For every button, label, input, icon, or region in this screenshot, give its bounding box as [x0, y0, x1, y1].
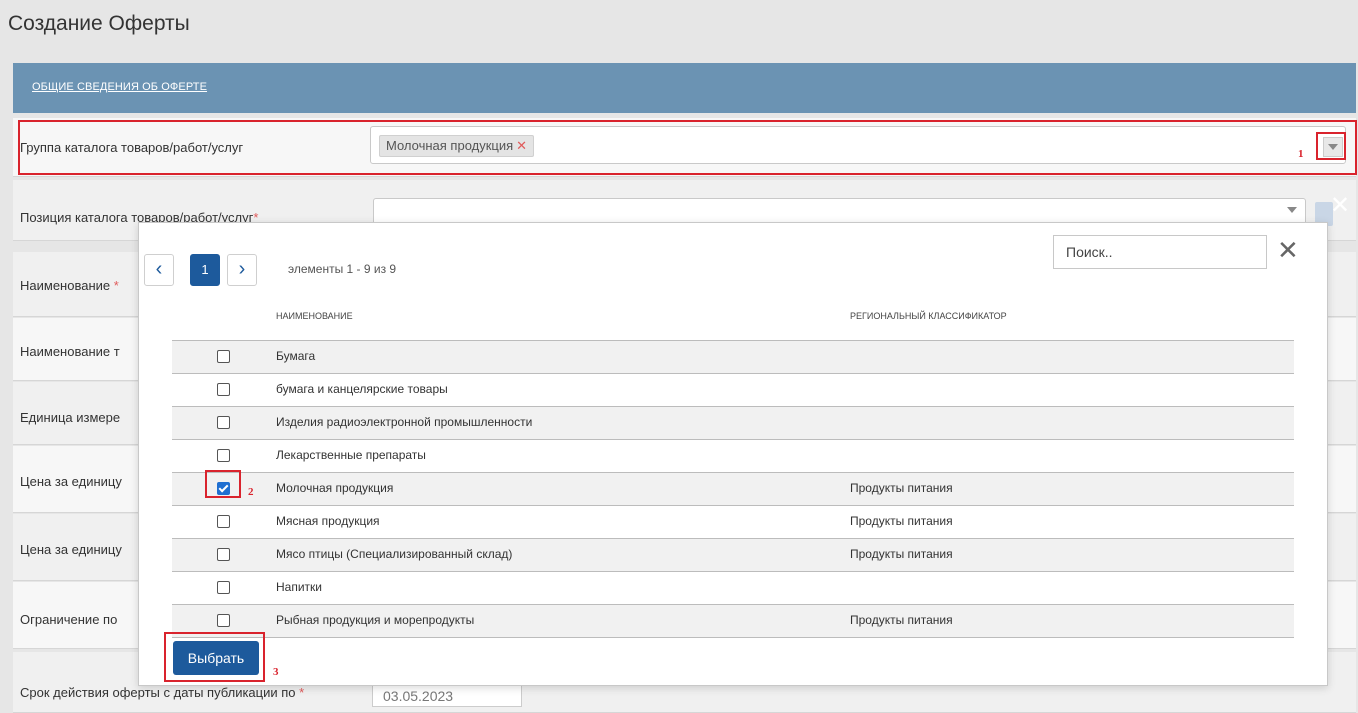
- row-checkbox[interactable]: [217, 416, 230, 429]
- search-input[interactable]: [1053, 235, 1267, 269]
- price-2-label: Цена за единицу: [20, 542, 122, 557]
- table-row[interactable]: Мясо птицы (Специализированный склад) Пр…: [172, 539, 1294, 572]
- row-region: Продукты питания: [850, 481, 953, 495]
- unit-label: Единица измере: [20, 410, 121, 425]
- name-label: Наименование *: [20, 278, 119, 293]
- table-row[interactable]: Бумага: [172, 341, 1294, 374]
- name-t-label: Наименование т: [20, 344, 120, 359]
- row-checkbox[interactable]: [217, 548, 230, 561]
- pagination-info: элементы 1 - 9 из 9: [288, 262, 397, 276]
- chevron-down-icon: [1287, 207, 1297, 213]
- table-row[interactable]: Рыбная продукция и морепродукты Продукты…: [172, 605, 1294, 638]
- overlay-close-icon[interactable]: ✕: [1330, 191, 1350, 220]
- annotation-label-3: 3: [273, 666, 279, 678]
- row-name: Мясо птицы (Специализированный склад): [276, 547, 513, 561]
- annotation-box-2: [205, 470, 241, 498]
- row-name: бумага и канцелярские товары: [276, 382, 448, 396]
- price-1-label: Цена за единицу: [20, 474, 122, 489]
- next-page-button[interactable]: ›: [227, 254, 257, 286]
- row-checkbox[interactable]: [217, 350, 230, 363]
- catalog-table: Бумага бумага и канцелярские товары Изде…: [172, 340, 1294, 638]
- table-row[interactable]: Мясная продукция Продукты питания: [172, 506, 1294, 539]
- annotation-box-3: [164, 632, 265, 682]
- page-title: Создание Оферты: [8, 12, 190, 35]
- table-row[interactable]: Напитки: [172, 572, 1294, 605]
- section-header: ОБЩИЕ СВЕДЕНИЯ ОБ ОФЕРТЕ: [13, 63, 1356, 113]
- validity-date-field[interactable]: 03.05.2023: [372, 685, 522, 707]
- table-row[interactable]: Изделия радиоэлектронной промышленности: [172, 407, 1294, 440]
- limit-label: Ограничение по: [20, 612, 118, 627]
- row-region: Продукты питания: [850, 547, 953, 561]
- annotation-label-1: 1: [1298, 148, 1304, 160]
- row-name: Напитки: [276, 580, 322, 594]
- row-name: Рыбная продукция и морепродукты: [276, 613, 475, 627]
- row-name: Лекарственные препараты: [276, 448, 426, 462]
- row-region: Продукты питания: [850, 613, 953, 627]
- section-title-link[interactable]: ОБЩИЕ СВЕДЕНИЯ ОБ ОФЕРТЕ: [32, 81, 207, 93]
- column-header-region[interactable]: РЕГИОНАЛЬНЫЙ КЛАССИФИКАТОР: [850, 311, 1007, 321]
- annotation-box-1: [18, 120, 1357, 175]
- row-checkbox[interactable]: [217, 515, 230, 528]
- row-name: Мясная продукция: [276, 514, 380, 528]
- prev-page-button[interactable]: ‹: [144, 254, 174, 286]
- catalog-group-modal: ‹ 1 › элементы 1 - 9 из 9 ✕ НАИМЕНОВАНИЕ…: [138, 222, 1328, 686]
- annotation-label-2: 2: [248, 486, 254, 498]
- modal-close-icon[interactable]: ✕: [1277, 237, 1299, 263]
- row-checkbox[interactable]: [217, 383, 230, 396]
- annotation-box-1b: [1316, 132, 1346, 160]
- row-checkbox[interactable]: [217, 614, 230, 627]
- validity-label: Срок действия оферты с даты публикации п…: [20, 685, 305, 700]
- table-row[interactable]: Лекарственные препараты: [172, 440, 1294, 473]
- row-region: Продукты питания: [850, 514, 953, 528]
- row-checkbox[interactable]: [217, 449, 230, 462]
- row-checkbox[interactable]: [217, 581, 230, 594]
- row-name: Молочная продукция: [276, 481, 394, 495]
- page-1-button[interactable]: 1: [190, 254, 220, 286]
- column-header-name[interactable]: НАИМЕНОВАНИЕ: [276, 311, 353, 321]
- table-row[interactable]: Молочная продукция Продукты питания: [172, 473, 1294, 506]
- row-name: Изделия радиоэлектронной промышленности: [276, 415, 533, 429]
- row-name: Бумага: [276, 349, 316, 363]
- table-row[interactable]: бумага и канцелярские товары: [172, 374, 1294, 407]
